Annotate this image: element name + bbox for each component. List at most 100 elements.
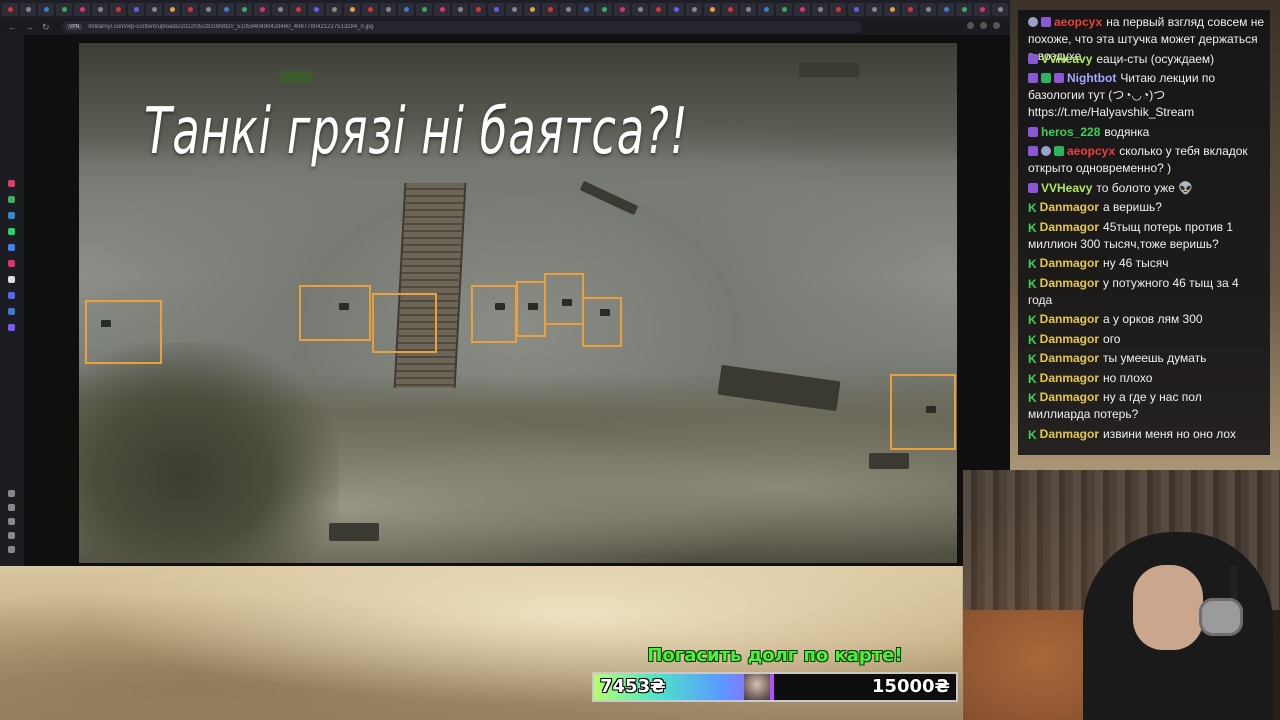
discord-icon[interactable]	[8, 292, 15, 299]
browser-tab[interactable]	[200, 3, 216, 16]
chat-username[interactable]: аеорсух	[1054, 15, 1102, 29]
drone-photo[interactable]: Танкі грязі ні баятса?!	[79, 43, 957, 563]
browser-tab[interactable]	[326, 3, 342, 16]
browser-tab[interactable]	[56, 3, 72, 16]
browser-tab[interactable]	[542, 3, 558, 16]
chat-username[interactable]: Danmagor	[1040, 390, 1099, 404]
chat-message-text: то болото уже 👽	[1096, 180, 1194, 195]
forward-icon[interactable]: →	[25, 22, 34, 32]
browser-tab[interactable]	[416, 3, 432, 16]
sidebar-app-icon[interactable]	[8, 196, 15, 203]
browser-tab[interactable]	[272, 3, 288, 16]
browser-tab[interactable]	[254, 3, 270, 16]
chat-username[interactable]: Danmagor	[1040, 427, 1099, 441]
chat-username[interactable]: Danmagor	[1040, 351, 1099, 365]
chat-username[interactable]: Danmagor	[1040, 220, 1099, 234]
browser-tab[interactable]	[74, 3, 90, 16]
chat-username[interactable]: Danmagor	[1040, 200, 1099, 214]
sidebar-tool-icon[interactable]	[8, 518, 15, 525]
chat-username[interactable]: аеорсух	[1067, 144, 1115, 158]
browser-tab[interactable]	[506, 3, 522, 16]
browser-tab[interactable]	[938, 3, 954, 16]
more-icon[interactable]	[8, 546, 15, 553]
browser-tab[interactable]	[560, 3, 576, 16]
browser-tab[interactable]	[956, 3, 972, 16]
chat-username[interactable]: Danmagor	[1040, 256, 1099, 270]
browser-tab[interactable]	[902, 3, 918, 16]
messenger-icon[interactable]	[8, 244, 15, 251]
browser-tab[interactable]	[290, 3, 306, 16]
back-icon[interactable]: ←	[8, 22, 17, 32]
browser-tab[interactable]	[164, 3, 180, 16]
chat-username[interactable]: Danmagor	[1040, 332, 1099, 346]
url-field[interactable]: VPN militarnyi.com/wp-content/uploads/20…	[62, 21, 862, 33]
menu-icon[interactable]	[993, 22, 1000, 29]
instagram-icon[interactable]	[8, 260, 15, 267]
browser-tab[interactable]	[884, 3, 900, 16]
browser-tab[interactable]	[344, 3, 360, 16]
browser-tab[interactable]	[722, 3, 738, 16]
chat-username[interactable]: VVHeavy	[1041, 181, 1092, 195]
browser-tab[interactable]	[848, 3, 864, 16]
browser-tab[interactable]	[470, 3, 486, 16]
browser-tab[interactable]	[362, 3, 378, 16]
browser-tab[interactable]	[128, 3, 144, 16]
browser-tab[interactable]	[578, 3, 594, 16]
x-icon[interactable]	[8, 276, 15, 283]
browser-tab[interactable]	[686, 3, 702, 16]
browser-tab[interactable]	[830, 3, 846, 16]
browser-tab[interactable]	[524, 3, 540, 16]
browser-tab[interactable]	[614, 3, 630, 16]
browser-tab[interactable]	[668, 3, 684, 16]
url-text[interactable]: militarnyi.com/wp-content/uploads/2022/0…	[88, 24, 848, 30]
browser-tab[interactable]	[236, 3, 252, 16]
browser-tab[interactable]	[812, 3, 828, 16]
sidebar-app-icon[interactable]	[8, 308, 15, 315]
browser-tab[interactable]	[488, 3, 504, 16]
browser-tab[interactable]	[866, 3, 882, 16]
settings-icon[interactable]	[8, 532, 15, 539]
browser-tab[interactable]	[434, 3, 450, 16]
vpn-badge[interactable]: VPN	[66, 24, 83, 30]
extension-icon[interactable]	[967, 22, 974, 29]
browser-tab[interactable]	[2, 3, 18, 16]
browser-tab[interactable]	[452, 3, 468, 16]
browser-tab[interactable]	[146, 3, 162, 16]
browser-tab[interactable]	[398, 3, 414, 16]
browser-tab[interactable]	[218, 3, 234, 16]
browser-tab[interactable]	[758, 3, 774, 16]
browser-tab[interactable]	[992, 3, 1008, 16]
browser-tab[interactable]	[38, 3, 54, 16]
browser-tab[interactable]	[740, 3, 756, 16]
browser-tab[interactable]	[380, 3, 396, 16]
browser-tab[interactable]	[92, 3, 108, 16]
browser-tab[interactable]	[794, 3, 810, 16]
chat-username[interactable]: Danmagor	[1040, 312, 1099, 326]
sidebar-tool-icon[interactable]	[8, 490, 15, 497]
browser-tab[interactable]	[596, 3, 612, 16]
browser-tab[interactable]	[704, 3, 720, 16]
chat-username[interactable]: heros_228	[1041, 125, 1100, 139]
sidebar-app-icon[interactable]	[8, 180, 15, 187]
browser-tab[interactable]	[20, 3, 36, 16]
browser-tab[interactable]	[182, 3, 198, 16]
chat-username[interactable]: Danmagor	[1040, 371, 1099, 385]
tank	[101, 320, 111, 327]
sidebar-app-icon[interactable]	[8, 324, 15, 331]
browser-tab[interactable]	[974, 3, 990, 16]
browser-tab[interactable]	[776, 3, 792, 16]
sidebar-tool-icon[interactable]	[8, 504, 15, 511]
whatsapp-icon[interactable]	[8, 228, 15, 235]
chat-username[interactable]: VVHeavy	[1041, 52, 1092, 66]
browser-tab[interactable]	[650, 3, 666, 16]
reload-icon[interactable]: ↻	[42, 22, 50, 33]
wallet-icon[interactable]	[980, 22, 987, 29]
browser-tab[interactable]	[632, 3, 648, 16]
sidebar-app-icon[interactable]	[8, 212, 15, 219]
browser-tab[interactable]	[110, 3, 126, 16]
browser-tab[interactable]	[920, 3, 936, 16]
browser-tab[interactable]	[308, 3, 324, 16]
chat-message: K Danmagor ого	[1028, 331, 1264, 348]
chat-username[interactable]: Danmagor	[1040, 276, 1099, 290]
chat-username[interactable]: Nightbot	[1067, 71, 1116, 85]
